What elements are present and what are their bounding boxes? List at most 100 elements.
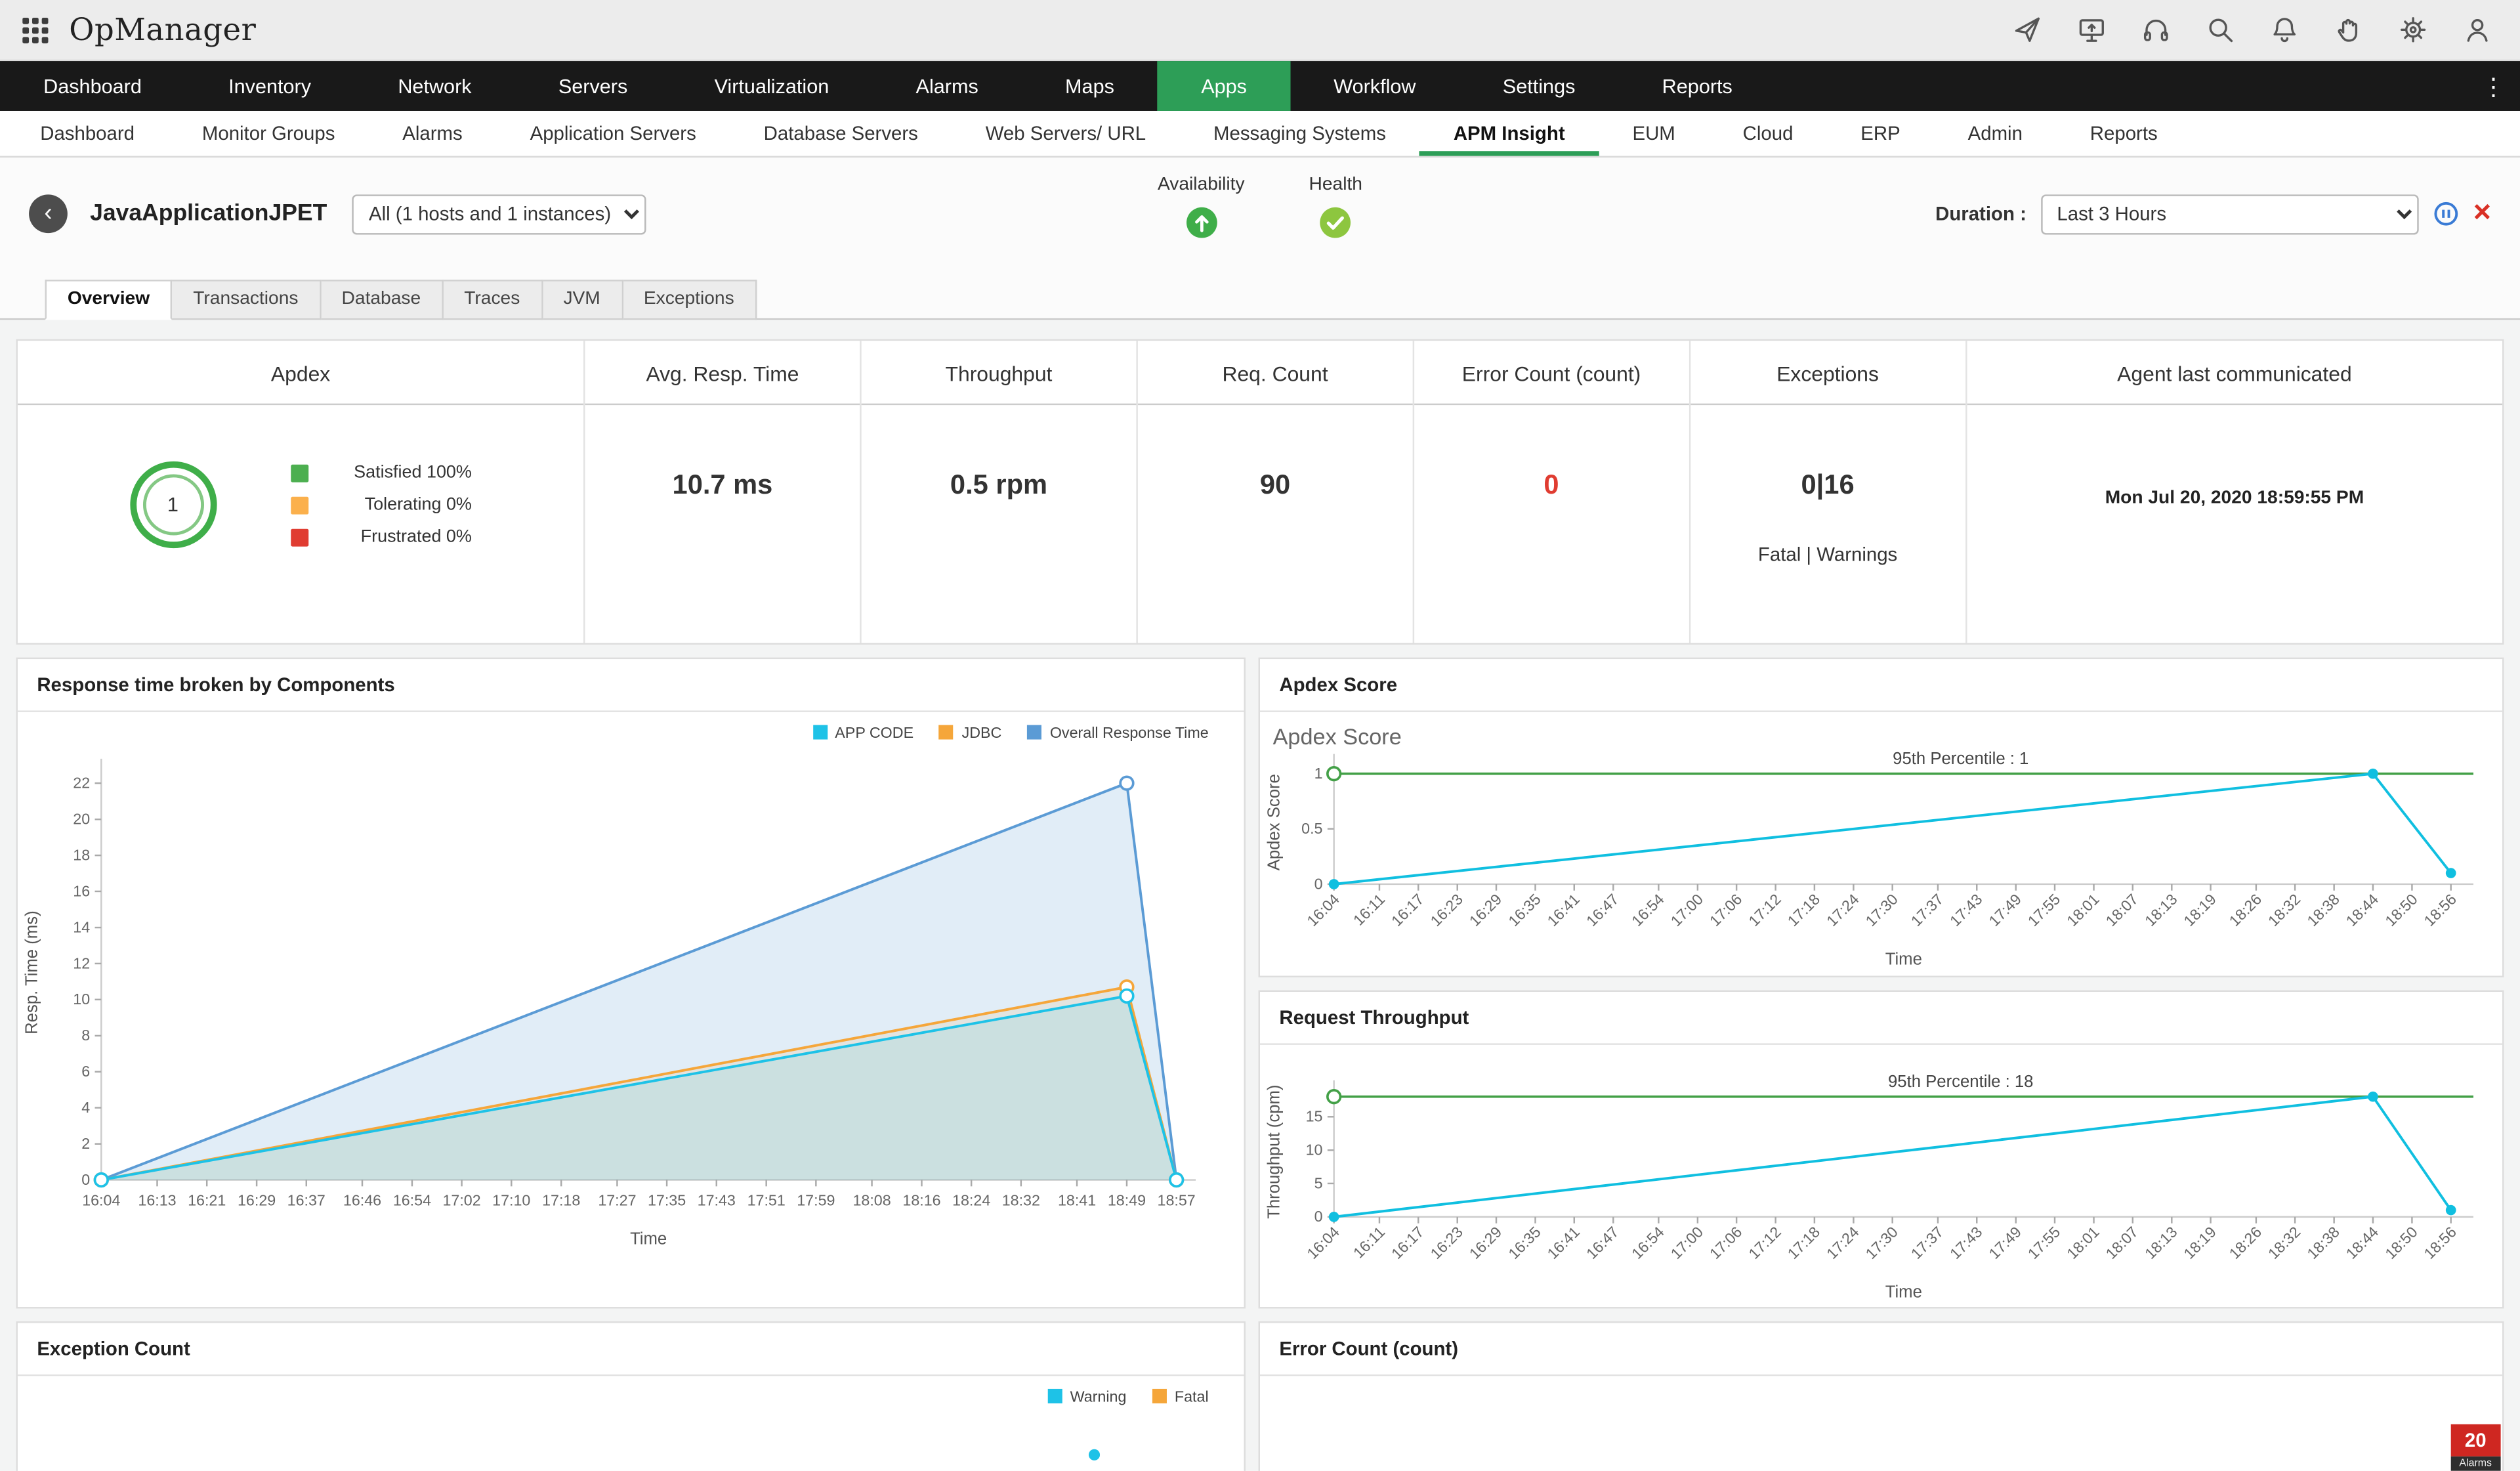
tab-exceptions[interactable]: Exceptions [623, 280, 757, 320]
svg-text:18:07: 18:07 [2103, 1222, 2142, 1262]
metric-value: Mon Jul 20, 2020 18:59:55 PM [1967, 488, 2502, 507]
panel-title: Error Count (count) [1260, 1323, 2502, 1376]
svg-text:16:41: 16:41 [1544, 1222, 1584, 1262]
svg-text:18:50: 18:50 [2382, 1222, 2421, 1262]
subnav-item-cloud[interactable]: Cloud [1709, 111, 1827, 156]
more-menu-icon[interactable]: ⋮ [2481, 61, 2506, 111]
duration-select[interactable]: Last 3 Hours [2041, 194, 2419, 234]
topbar: OpManager [0, 0, 2520, 61]
legend-swatch [290, 496, 308, 514]
panel-title: Request Throughput [1260, 991, 2502, 1044]
metric-apdex: Apdex1Satisfied 100%Tolerating 0%Frustra… [18, 341, 585, 643]
svg-text:14: 14 [73, 918, 90, 935]
tab-transactions[interactable]: Transactions [172, 280, 320, 320]
svg-text:17:55: 17:55 [2025, 1222, 2064, 1262]
subnav-item-eum[interactable]: EUM [1599, 111, 1709, 156]
metric-agent-last-communicated: Agent last communicatedMon Jul 20, 2020 … [1967, 341, 2502, 643]
hand-icon[interactable] [2335, 16, 2362, 43]
opmanager-app: OpManager ⋮ DashboardInventoryNetworkSer… [0, 0, 2520, 1471]
tab-database[interactable]: Database [321, 280, 444, 320]
svg-text:18:19: 18:19 [2180, 1222, 2219, 1262]
scope-select[interactable]: All (1 hosts and 1 instances) [352, 194, 646, 234]
apdex-legend-item: Tolerating 0% [290, 495, 472, 514]
svg-text:16:37: 16:37 [287, 1192, 326, 1209]
svg-text:18:38: 18:38 [2303, 891, 2343, 930]
metric-sub: Fatal | Warnings [1690, 544, 1965, 566]
settings-gear-icon[interactable] [2399, 16, 2427, 43]
nav-item-virtualization[interactable]: Virtualization [671, 61, 872, 111]
health-label: Health [1309, 175, 1362, 194]
subnav-item-alarms[interactable]: Alarms [369, 111, 496, 156]
subnav-item-admin[interactable]: Admin [1934, 111, 2056, 156]
svg-text:16:29: 16:29 [238, 1192, 276, 1209]
svg-text:18:26: 18:26 [2226, 891, 2265, 930]
metric-value: 0 [1414, 469, 1689, 501]
alarms-badge[interactable]: 20 Alarms [2450, 1424, 2501, 1471]
svg-text:18:56: 18:56 [2420, 1222, 2460, 1262]
svg-text:16:23: 16:23 [1427, 891, 1467, 930]
svg-text:16:11: 16:11 [1350, 891, 1388, 929]
nav-item-reports[interactable]: Reports [1619, 61, 1776, 111]
sub-nav: DashboardMonitor GroupsAlarmsApplication… [0, 111, 2520, 158]
close-icon[interactable]: × [2473, 201, 2491, 226]
svg-text:16:35: 16:35 [1505, 1222, 1544, 1262]
headset-icon[interactable] [2142, 16, 2170, 43]
svg-text:16:04: 16:04 [1303, 1222, 1343, 1262]
subnav-item-dashboard[interactable]: Dashboard [7, 111, 169, 156]
nav-item-dashboard[interactable]: Dashboard [0, 61, 185, 111]
svg-text:18:44: 18:44 [2343, 1222, 2382, 1262]
svg-text:18:32: 18:32 [1002, 1192, 1040, 1209]
svg-text:16:46: 16:46 [343, 1192, 381, 1209]
legend-swatch [290, 464, 308, 482]
tab-traces[interactable]: Traces [443, 280, 542, 320]
exception-count-chart [18, 1407, 1244, 1471]
svg-text:95th Percentile : 18: 95th Percentile : 18 [1888, 1072, 2033, 1090]
nav-item-alarms[interactable]: Alarms [872, 61, 1022, 111]
subnav-item-web-servers-url[interactable]: Web Servers/ URL [952, 111, 1179, 156]
nav-item-apps[interactable]: Apps [1158, 61, 1290, 111]
tab-overview[interactable]: Overview [45, 280, 173, 320]
apdex-score-panel: Apdex Score 00.5116:0416:1116:1716:2316:… [1259, 658, 2504, 977]
nav-item-settings[interactable]: Settings [1460, 61, 1619, 111]
svg-text:Time: Time [1885, 950, 1922, 968]
svg-text:2: 2 [81, 1135, 90, 1152]
subnav-item-apm-insight[interactable]: APM Insight [1419, 111, 1599, 156]
nav-item-inventory[interactable]: Inventory [185, 61, 354, 111]
app-launcher-icon[interactable] [22, 17, 48, 43]
apdex-legend-item: Frustrated 0% [290, 527, 472, 546]
svg-text:0.5: 0.5 [1301, 820, 1322, 837]
nav-item-workflow[interactable]: Workflow [1290, 61, 1460, 111]
subnav-item-messaging-systems[interactable]: Messaging Systems [1180, 111, 1420, 156]
metric-avg-resp-time: Avg. Resp. Time10.7 ms [585, 341, 862, 643]
svg-text:18:08: 18:08 [852, 1192, 891, 1209]
nav-item-servers[interactable]: Servers [515, 61, 671, 111]
svg-text:8: 8 [81, 1027, 90, 1044]
notifications-icon[interactable] [2271, 16, 2298, 43]
svg-text:18:49: 18:49 [1108, 1192, 1146, 1209]
panel-title: Response time broken by Components [18, 659, 1244, 712]
nav-item-maps[interactable]: Maps [1022, 61, 1158, 111]
subnav-item-reports[interactable]: Reports [2056, 111, 2191, 156]
exception-count-panel: Exception Count WarningFatal [16, 1321, 1245, 1471]
svg-text:18:50: 18:50 [2382, 891, 2421, 930]
tab-jvm[interactable]: JVM [543, 280, 623, 320]
scheduler-icon[interactable] [2433, 201, 2458, 226]
subnav-item-application-servers[interactable]: Application Servers [496, 111, 730, 156]
rocket-icon[interactable] [2014, 16, 2042, 43]
svg-text:17:37: 17:37 [1908, 1222, 1947, 1262]
metric-value: 0|16 [1690, 469, 1965, 501]
screen-share-icon[interactable] [2078, 16, 2106, 43]
app-title: OpManager [69, 12, 256, 47]
svg-text:16:04: 16:04 [82, 1192, 120, 1209]
svg-text:17:49: 17:49 [1986, 891, 2025, 930]
user-icon[interactable] [2464, 16, 2491, 43]
subnav-item-database-servers[interactable]: Database Servers [730, 111, 952, 156]
subnav-item-monitor-groups[interactable]: Monitor Groups [168, 111, 368, 156]
nav-item-network[interactable]: Network [354, 61, 515, 111]
search-icon[interactable] [2206, 16, 2234, 43]
back-button[interactable]: ‹ [29, 194, 68, 233]
svg-text:0: 0 [1314, 1207, 1323, 1224]
legend-label: Satisfied 100% [324, 463, 472, 482]
svg-text:17:00: 17:00 [1668, 891, 1707, 930]
subnav-item-erp[interactable]: ERP [1827, 111, 1934, 156]
